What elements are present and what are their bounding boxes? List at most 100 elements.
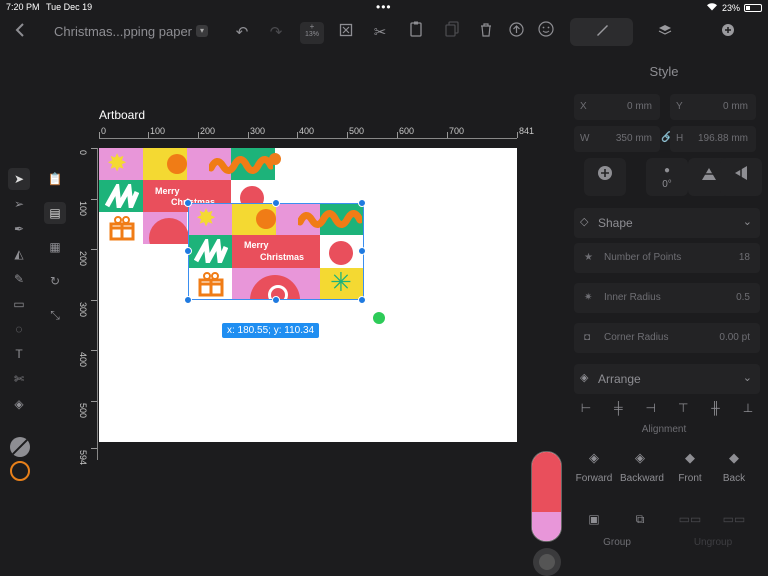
front-button[interactable]: ◆ Front bbox=[670, 450, 710, 486]
ruler-tick bbox=[198, 132, 199, 138]
trash-icon[interactable] bbox=[474, 21, 498, 45]
ungroup-icon[interactable]: ▭▭ bbox=[670, 512, 710, 526]
resize-handle[interactable] bbox=[358, 296, 366, 304]
backward-label: Backward bbox=[620, 473, 664, 484]
flip-horizontal-button[interactable] bbox=[720, 158, 762, 196]
back-icon[interactable] bbox=[8, 21, 32, 45]
ruler-tick bbox=[91, 148, 97, 149]
ruler-tick-label: 500 bbox=[349, 126, 365, 136]
select-tool-icon[interactable]: ➤ bbox=[8, 168, 30, 190]
ruler-tick bbox=[91, 401, 97, 402]
fill-color-swatch[interactable] bbox=[10, 461, 30, 481]
style-panel: Style X 0 mm Y 0 mm W 350 mm 🔗 H 196.88 … bbox=[566, 52, 768, 576]
forward-label: Forward bbox=[575, 473, 613, 484]
stroke-color-swatch[interactable] bbox=[10, 437, 30, 457]
tab-style[interactable] bbox=[570, 18, 634, 46]
undo-icon[interactable]: ↶ bbox=[230, 21, 254, 45]
green-handle-dot[interactable] bbox=[373, 312, 385, 324]
arrange-section-header[interactable]: ◈ Arrange ⌄ bbox=[574, 364, 760, 394]
corner-radius-field[interactable]: ◘ Corner Radius 0.00 pt bbox=[574, 323, 760, 353]
shape-section-header[interactable]: ◇ Shape ⌄ bbox=[574, 208, 760, 238]
align-top-icon[interactable]: ⊤ bbox=[671, 398, 695, 418]
ruler-tick-label: 400 bbox=[299, 126, 315, 136]
align-center-h-icon[interactable]: ╪ bbox=[606, 398, 630, 418]
horizontal-ruler: 0 100 200 300 400 500 600 700 841 bbox=[99, 125, 534, 139]
resize-handle[interactable] bbox=[272, 199, 280, 207]
scissors-icon[interactable]: ✂ bbox=[368, 21, 392, 45]
paste-icon[interactable] bbox=[404, 21, 428, 45]
upload-icon[interactable] bbox=[504, 21, 528, 45]
inner-radius-value: 0.5 bbox=[736, 292, 750, 303]
align-left-icon[interactable]: ⊢ bbox=[574, 398, 598, 418]
star-icon: ★ bbox=[584, 252, 593, 263]
scale-icon[interactable]: ⤡ bbox=[44, 304, 66, 326]
resize-handle[interactable] bbox=[358, 247, 366, 255]
y-field[interactable]: Y 0 mm bbox=[670, 94, 756, 120]
inner-radius-field[interactable]: ✷ Inner Radius 0.5 bbox=[574, 283, 760, 313]
x-field[interactable]: X 0 mm bbox=[574, 94, 660, 120]
floating-preview[interactable] bbox=[531, 451, 562, 542]
chevron-down-icon: ⌄ bbox=[742, 216, 752, 228]
direct-select-tool-icon[interactable]: ➢ bbox=[8, 193, 30, 215]
brush-tool-icon[interactable]: ✎ bbox=[8, 268, 30, 290]
rotate-icon[interactable]: ↻ bbox=[44, 270, 66, 292]
image-icon[interactable]: ▦ bbox=[44, 236, 66, 258]
group-alt-icon[interactable]: ⧉ bbox=[620, 512, 660, 527]
chevron-down-icon[interactable]: ▾ bbox=[196, 25, 208, 37]
plus-circle-icon bbox=[597, 166, 613, 185]
ungroup-alt-icon[interactable]: ▭▭ bbox=[714, 512, 754, 526]
front-label: Front bbox=[678, 473, 702, 484]
group-icon[interactable]: ▣ bbox=[574, 512, 614, 526]
points-label: Number of Points bbox=[604, 252, 682, 263]
resize-handle[interactable] bbox=[184, 296, 192, 304]
add-point-button[interactable] bbox=[584, 158, 626, 196]
align-middle-icon[interactable]: ╫ bbox=[704, 398, 728, 418]
align-bottom-icon[interactable]: ⊥ bbox=[736, 398, 760, 418]
pen-tool-icon[interactable]: ✒ bbox=[8, 218, 30, 240]
orange-handle-dot[interactable] bbox=[269, 153, 281, 165]
ruler-tick-label: 841 bbox=[519, 126, 535, 136]
lasso-tool-icon[interactable]: ◌ bbox=[8, 318, 30, 340]
emoji-icon[interactable] bbox=[534, 21, 558, 45]
resize-handle[interactable] bbox=[358, 199, 366, 207]
battery-percent: 23% bbox=[721, 2, 740, 13]
tab-layers[interactable] bbox=[633, 18, 696, 46]
width-field[interactable]: W 350 mm bbox=[574, 126, 660, 152]
tab-add[interactable] bbox=[697, 18, 760, 46]
scissors-tool-icon[interactable]: ✄ bbox=[8, 368, 30, 390]
document-icon[interactable]: ▤ bbox=[44, 202, 66, 224]
alignment-buttons: ⊢ ╪ ⊣ ⊤ ╫ ⊥ bbox=[574, 398, 760, 418]
node-tool-icon[interactable]: ◭ bbox=[8, 243, 30, 265]
y-label: Y bbox=[676, 101, 683, 112]
number-of-points-field[interactable]: ★ Number of Points 18 bbox=[574, 243, 760, 273]
ruler-tick bbox=[347, 132, 348, 138]
redo-icon[interactable]: ↷ bbox=[264, 21, 288, 45]
zoom-level[interactable]: 13% bbox=[300, 22, 324, 44]
resize-handle[interactable] bbox=[184, 247, 192, 255]
rectangle-tool-icon[interactable]: ▭ bbox=[8, 293, 30, 315]
rotation-control[interactable]: ● 0° bbox=[646, 158, 688, 196]
resize-handle[interactable] bbox=[272, 296, 280, 304]
arrange-icon: ◈ bbox=[580, 372, 589, 384]
send-back-icon: ◆ bbox=[729, 450, 739, 465]
text-tool-icon[interactable]: T bbox=[8, 343, 30, 365]
resize-handle[interactable] bbox=[184, 199, 192, 207]
forward-button[interactable]: ◈ Forward bbox=[574, 450, 614, 486]
ruler-tick-label: 100 bbox=[150, 126, 166, 136]
floating-button[interactable] bbox=[533, 548, 561, 576]
back-button[interactable]: ◆ Back bbox=[714, 450, 754, 486]
clipboard-icon[interactable]: 📋 bbox=[44, 168, 66, 190]
document-title[interactable]: Christmas...pping paper bbox=[54, 24, 192, 39]
ungroup-label: Ungroup bbox=[693, 537, 733, 548]
crop-icon[interactable] bbox=[334, 21, 358, 45]
ruler-tick-label: 200 bbox=[78, 251, 88, 267]
multitask-dots-icon[interactable]: ••• bbox=[376, 0, 392, 14]
copy-icon[interactable] bbox=[440, 21, 464, 45]
align-right-icon[interactable]: ⊣ bbox=[639, 398, 663, 418]
ruler-tick-label: 600 bbox=[399, 126, 415, 136]
height-field[interactable]: H 196.88 mm bbox=[670, 126, 756, 152]
backward-button[interactable]: ◈ Backward bbox=[620, 450, 664, 486]
w-value: 350 mm bbox=[615, 133, 652, 144]
coordinate-tooltip: x: 180.55; y: 110.34 bbox=[222, 323, 320, 338]
eraser-tool-icon[interactable]: ◈ bbox=[8, 393, 30, 415]
